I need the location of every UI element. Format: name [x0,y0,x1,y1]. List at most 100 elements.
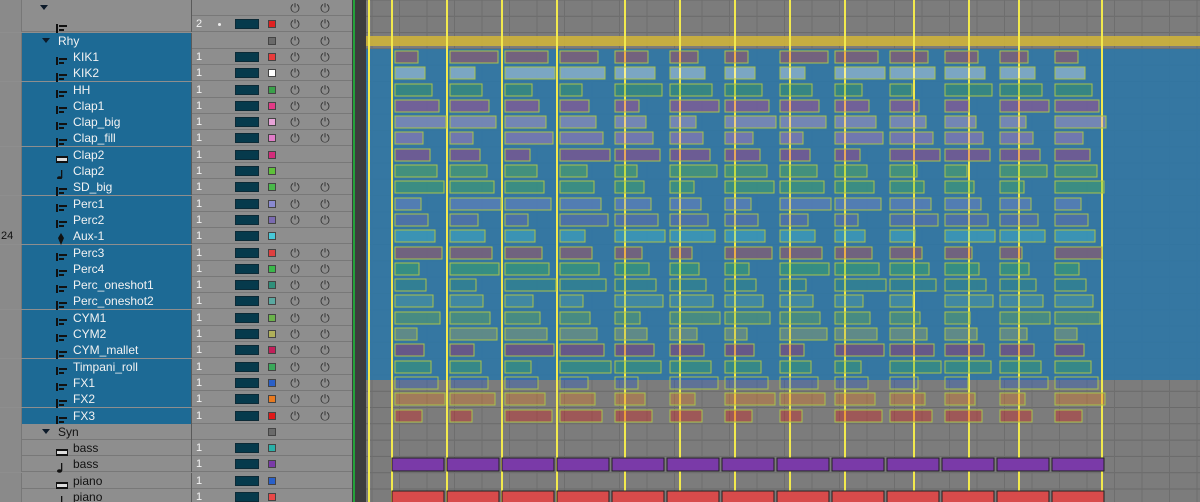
power-icon[interactable]: ⏻ [288,180,302,194]
region-clip[interactable] [449,246,493,260]
region-clip[interactable] [999,180,1025,194]
region-clip[interactable] [449,164,488,178]
region-clip[interactable] [449,229,486,243]
region-clip[interactable] [779,376,819,390]
region-clip[interactable] [449,131,474,145]
power-icon[interactable]: ⏻ [318,17,332,31]
region-clip[interactable] [889,99,920,113]
track-color-swatch[interactable] [268,232,276,240]
track-color-swatch[interactable] [268,444,276,452]
power-icon[interactable]: ⏻ [288,197,302,211]
region-clip[interactable] [724,343,755,357]
track-name-cell[interactable]: KIK1 [22,49,192,66]
region-clip[interactable] [944,213,989,227]
region-clip[interactable] [1054,180,1105,194]
track-color-swatch[interactable] [268,379,276,387]
region-clip[interactable] [724,278,757,292]
track-row[interactable]: piano 1 [0,489,352,502]
region-clip[interactable] [944,148,991,162]
region-clip[interactable] [999,99,1050,113]
track-name-cell[interactable]: FX3 [22,408,192,425]
region-clip[interactable] [889,213,939,227]
region-clip[interactable] [724,376,769,390]
region-clip[interactable] [394,197,422,211]
region-clip[interactable] [394,278,427,292]
region-clip[interactable] [449,327,498,341]
track-row[interactable]: HH 1 ⏻ ⏻ [0,82,352,99]
region-clip[interactable] [834,278,887,292]
region-clip[interactable] [559,278,607,292]
power-icon[interactable]: ⏻ [288,83,302,97]
track-color-swatch[interactable] [268,216,276,224]
region-clip[interactable] [559,294,584,308]
region-clip[interactable] [614,376,639,390]
track-color-swatch[interactable] [268,37,276,45]
region-clip[interactable] [559,197,602,211]
region-clip[interactable] [394,294,434,308]
track-row[interactable]: CYM_mallet 1 ⏻ ⏻ [0,342,352,359]
region-clip[interactable] [669,409,703,423]
region-clip[interactable] [779,213,809,227]
track-color-swatch[interactable] [268,69,276,77]
region-clip[interactable] [889,409,933,423]
track-color-swatch[interactable] [268,118,276,126]
bass-clip[interactable] [446,457,500,472]
region-clip[interactable] [999,278,1037,292]
region-clip[interactable] [504,360,532,374]
region-clip[interactable] [504,246,543,260]
region-clip[interactable] [669,229,716,243]
folder-summary-clip[interactable] [366,36,1200,46]
region-clip[interactable] [394,131,424,145]
power-icon[interactable]: ⏻ [288,360,302,374]
track-name-cell[interactable] [22,0,192,16]
region-clip[interactable] [724,360,762,374]
region-clip[interactable] [559,311,591,325]
region-clip[interactable] [999,83,1043,97]
piano-clip[interactable] [1051,490,1105,502]
region-clip[interactable] [834,376,869,390]
region-clip[interactable] [889,278,937,292]
track-row[interactable]: Perc_oneshot2 1 ⏻ ⏻ [0,293,352,310]
power-icon[interactable]: ⏻ [318,197,332,211]
region-clip[interactable] [449,262,500,276]
region-clip[interactable] [394,213,429,227]
region-clip[interactable] [779,246,823,260]
region-clip[interactable] [1054,343,1085,357]
track-row[interactable]: Clap2 1 [0,163,352,180]
track-color-swatch[interactable] [268,346,276,354]
region-clip[interactable] [1054,66,1086,80]
region-clip[interactable] [669,131,704,145]
region-clip[interactable] [834,99,870,113]
power-icon[interactable]: ⏻ [288,409,302,423]
region-clip[interactable] [999,229,1046,243]
power-icon[interactable]: ⏻ [318,376,332,390]
track-name-cell[interactable]: Perc_oneshot1 [22,277,192,294]
track-color-swatch[interactable] [268,265,276,273]
region-clip[interactable] [999,311,1051,325]
region-clip[interactable] [779,409,803,423]
region-clip[interactable] [449,409,473,423]
region-clip[interactable] [394,148,431,162]
region-clip[interactable] [1054,311,1101,325]
track-row[interactable]: Perc3 1 ⏻ ⏻ [0,245,352,262]
region-clip[interactable] [559,409,603,423]
region-clip[interactable] [724,327,748,341]
region-clip[interactable] [449,50,499,64]
track-name-cell[interactable]: Perc2 [22,212,192,229]
track-folder-row[interactable]: Rhy ⏻ ⏻ [0,33,352,49]
region-clip[interactable] [834,311,871,325]
region-clip[interactable] [669,262,700,276]
region-clip[interactable] [779,50,829,64]
region-clip[interactable] [1054,229,1096,243]
region-clip[interactable] [614,99,640,113]
region-clip[interactable] [779,360,812,374]
region-clip[interactable] [449,278,477,292]
track-row[interactable]: Clap2 1 [0,147,352,163]
track-color-swatch[interactable] [268,151,276,159]
region-clip[interactable] [504,99,540,113]
region-clip[interactable] [449,99,490,113]
region-clip[interactable] [834,229,866,243]
track-color-swatch[interactable] [268,53,276,61]
region-clip[interactable] [504,131,554,145]
power-icon[interactable]: ⏻ [288,376,302,390]
